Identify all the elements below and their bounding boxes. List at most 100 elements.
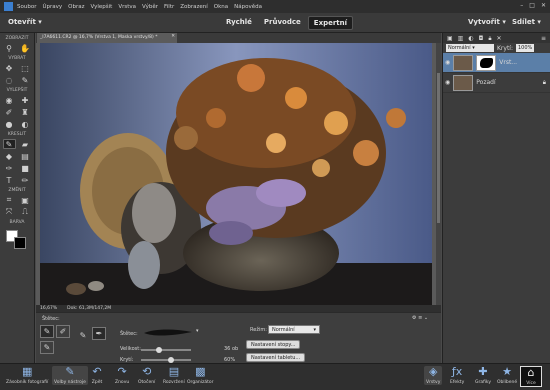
more-button[interactable]: ⌂ Více	[520, 366, 542, 387]
menu-image[interactable]: Obraz	[68, 4, 84, 10]
maximize-icon[interactable]: □	[529, 2, 535, 9]
brush-preview[interactable]	[142, 325, 194, 339]
menu-select[interactable]: Výběr	[142, 4, 158, 10]
straighten-icon[interactable]: ⎍	[19, 207, 32, 217]
eye-icon[interactable]: ◉	[445, 79, 450, 86]
eyedropper-icon[interactable]: ✑	[3, 163, 16, 173]
type-icon[interactable]: T	[3, 175, 16, 185]
mode-guided[interactable]: Průvodce	[259, 16, 306, 30]
brush-settings-button[interactable]: Nastavení stopy...	[246, 340, 301, 349]
lasso-icon[interactable]: ◌	[3, 75, 16, 85]
photo-bin-button[interactable]: ▦ Zásobník fotografií	[6, 365, 48, 386]
undo-button[interactable]: ↶ Zpět	[90, 365, 104, 386]
adjustment-layer-icon[interactable]: ◐	[468, 35, 473, 42]
smart-brush-icon[interactable]: ✐	[3, 107, 16, 117]
redo-button[interactable]: ↷ Znovu	[115, 365, 129, 386]
organizer-button[interactable]: ▩ Organizátor	[187, 365, 214, 386]
tablet-settings-button[interactable]: Nastavení tabletu...	[246, 353, 306, 362]
layer-row-background[interactable]: ◉ Pozadí 🔒︎	[443, 73, 550, 93]
move-icon[interactable]: ✥	[3, 63, 16, 73]
eye-icon[interactable]: ◉	[445, 59, 450, 66]
redo-icon: ↷	[117, 365, 127, 378]
recompose-icon[interactable]: ▣	[19, 195, 32, 205]
layers-icon: ◈	[428, 365, 438, 378]
add-mask-icon[interactable]: ◘	[479, 35, 484, 42]
brush-preset-icon[interactable]: ✎	[76, 329, 90, 342]
blend-mode-select[interactable]: Normální ▾	[268, 325, 320, 334]
menu-filter[interactable]: Filtr	[164, 4, 174, 10]
graphics-icon: ✚	[478, 365, 488, 378]
quick-select-icon[interactable]: ✎	[19, 75, 32, 85]
layout-button[interactable]: ▤ Rozvržení	[163, 366, 185, 386]
spot-heal-icon[interactable]: ✚	[19, 95, 32, 105]
layer-mask-thumbnail[interactable]	[476, 54, 497, 71]
hand-icon[interactable]: ✋	[19, 43, 32, 53]
vertical-scrollbar[interactable]	[436, 43, 441, 305]
open-button[interactable]: Otevřít ▾	[8, 18, 42, 26]
undo-icon: ↶	[92, 365, 102, 378]
options-menu-icon[interactable]: ⚙ ≡ ⌄	[412, 315, 428, 321]
lock-icon: 🔒︎	[542, 78, 546, 86]
mode-quick[interactable]: Rychlé	[221, 16, 257, 30]
menu-file[interactable]: Soubor	[17, 4, 36, 10]
menu-window[interactable]: Okna	[214, 4, 228, 10]
organizer-icon: ▩	[195, 365, 206, 378]
minimize-icon[interactable]: –	[520, 2, 523, 9]
photo-bin-icon: ▦	[21, 365, 33, 378]
content-move-icon[interactable]: ⤧	[3, 207, 16, 217]
rotate-icon: ⟲	[142, 365, 152, 378]
menu-help[interactable]: Nápověda	[234, 4, 262, 10]
document-canvas[interactable]	[36, 43, 441, 305]
brush-dropdown-icon[interactable]: ▾	[196, 328, 199, 334]
impressionist-brush-icon[interactable]: ✐	[56, 325, 70, 338]
opacity-slider[interactable]	[141, 357, 191, 363]
mode-expert[interactable]: Expertní	[307, 16, 354, 30]
panel-menu-icon[interactable]: ≡	[541, 35, 546, 42]
menu-enhance[interactable]: Vylepšit	[90, 4, 112, 10]
blur-icon[interactable]: ●	[3, 119, 16, 129]
size-slider[interactable]	[141, 347, 191, 353]
airbrush-icon[interactable]: ✒	[92, 327, 106, 340]
marquee-icon[interactable]: ⬚	[19, 63, 32, 73]
layer-blend-select[interactable]: Normální ▾	[446, 44, 494, 52]
menu-view[interactable]: Zobrazení	[180, 4, 208, 10]
clone-stamp-icon[interactable]: ♜	[19, 107, 32, 117]
lock-icon[interactable]: 🔒︎	[488, 35, 491, 42]
crop-icon[interactable]: ⌗	[3, 195, 16, 205]
zoom-readout[interactable]: 16,67%	[40, 306, 57, 311]
eye-icon[interactable]: ◉	[3, 95, 16, 105]
favorites-button[interactable]: ★ Oblíbené	[497, 366, 517, 386]
menu-edit[interactable]: Úpravy	[42, 4, 62, 10]
layer-opacity-field[interactable]: 100%	[516, 44, 534, 52]
sponge-icon[interactable]: ◐	[19, 119, 32, 129]
shape-icon[interactable]: ■	[19, 163, 32, 173]
eraser-icon[interactable]: ▰	[19, 139, 32, 149]
create-button[interactable]: Vytvořit ▾	[468, 18, 506, 26]
layers-button[interactable]: ◈ Vrstvy	[424, 365, 443, 385]
menu-layer[interactable]: Vrstva	[118, 4, 136, 10]
document-tab[interactable]: _I7A6611.CR2 @ 16,7% (Vrstva 1, Maska vr…	[37, 33, 177, 43]
delete-layer-icon[interactable]: ✕	[497, 35, 502, 42]
zoom-icon[interactable]: ⚲	[3, 43, 16, 53]
layer-row-1[interactable]: ◉ Vrst...	[443, 53, 550, 73]
close-tab-icon[interactable]: ✕	[171, 34, 175, 39]
paint-bucket-icon[interactable]: ◆	[3, 151, 16, 161]
share-button[interactable]: Sdílet ▾	[512, 18, 541, 26]
size-slider-knob[interactable]	[155, 347, 162, 353]
color-replace-icon[interactable]: ✎	[40, 341, 54, 354]
rotate-button[interactable]: ⟲ Otočení	[138, 365, 155, 386]
background-color-swatch[interactable]	[14, 237, 26, 249]
section-draw: KRESLIT	[7, 132, 27, 137]
doc-info: Dok: 61,3M/147,2M	[67, 306, 112, 311]
close-icon[interactable]: ✕	[541, 2, 546, 9]
brush-icon[interactable]: ✎	[2, 139, 16, 149]
layers-panel: ▣ ▥ ◐ ◘ 🔒︎ ✕ ≡ Normální ▾ Krytí: 100% ◉ …	[442, 33, 550, 363]
tool-options-button[interactable]: ✎ Volby nástroje	[52, 366, 88, 385]
gradient-icon[interactable]: ▤	[19, 151, 32, 161]
effects-button[interactable]: ƒx Efekty	[450, 366, 464, 386]
pencil-icon[interactable]: ✏	[19, 175, 32, 185]
graphics-button[interactable]: ✚ Grafiky	[475, 365, 491, 386]
brush-mode-icon[interactable]: ✎	[40, 325, 54, 338]
new-layer-icon[interactable]: ▣	[447, 35, 453, 42]
new-group-icon[interactable]: ▥	[458, 35, 464, 42]
